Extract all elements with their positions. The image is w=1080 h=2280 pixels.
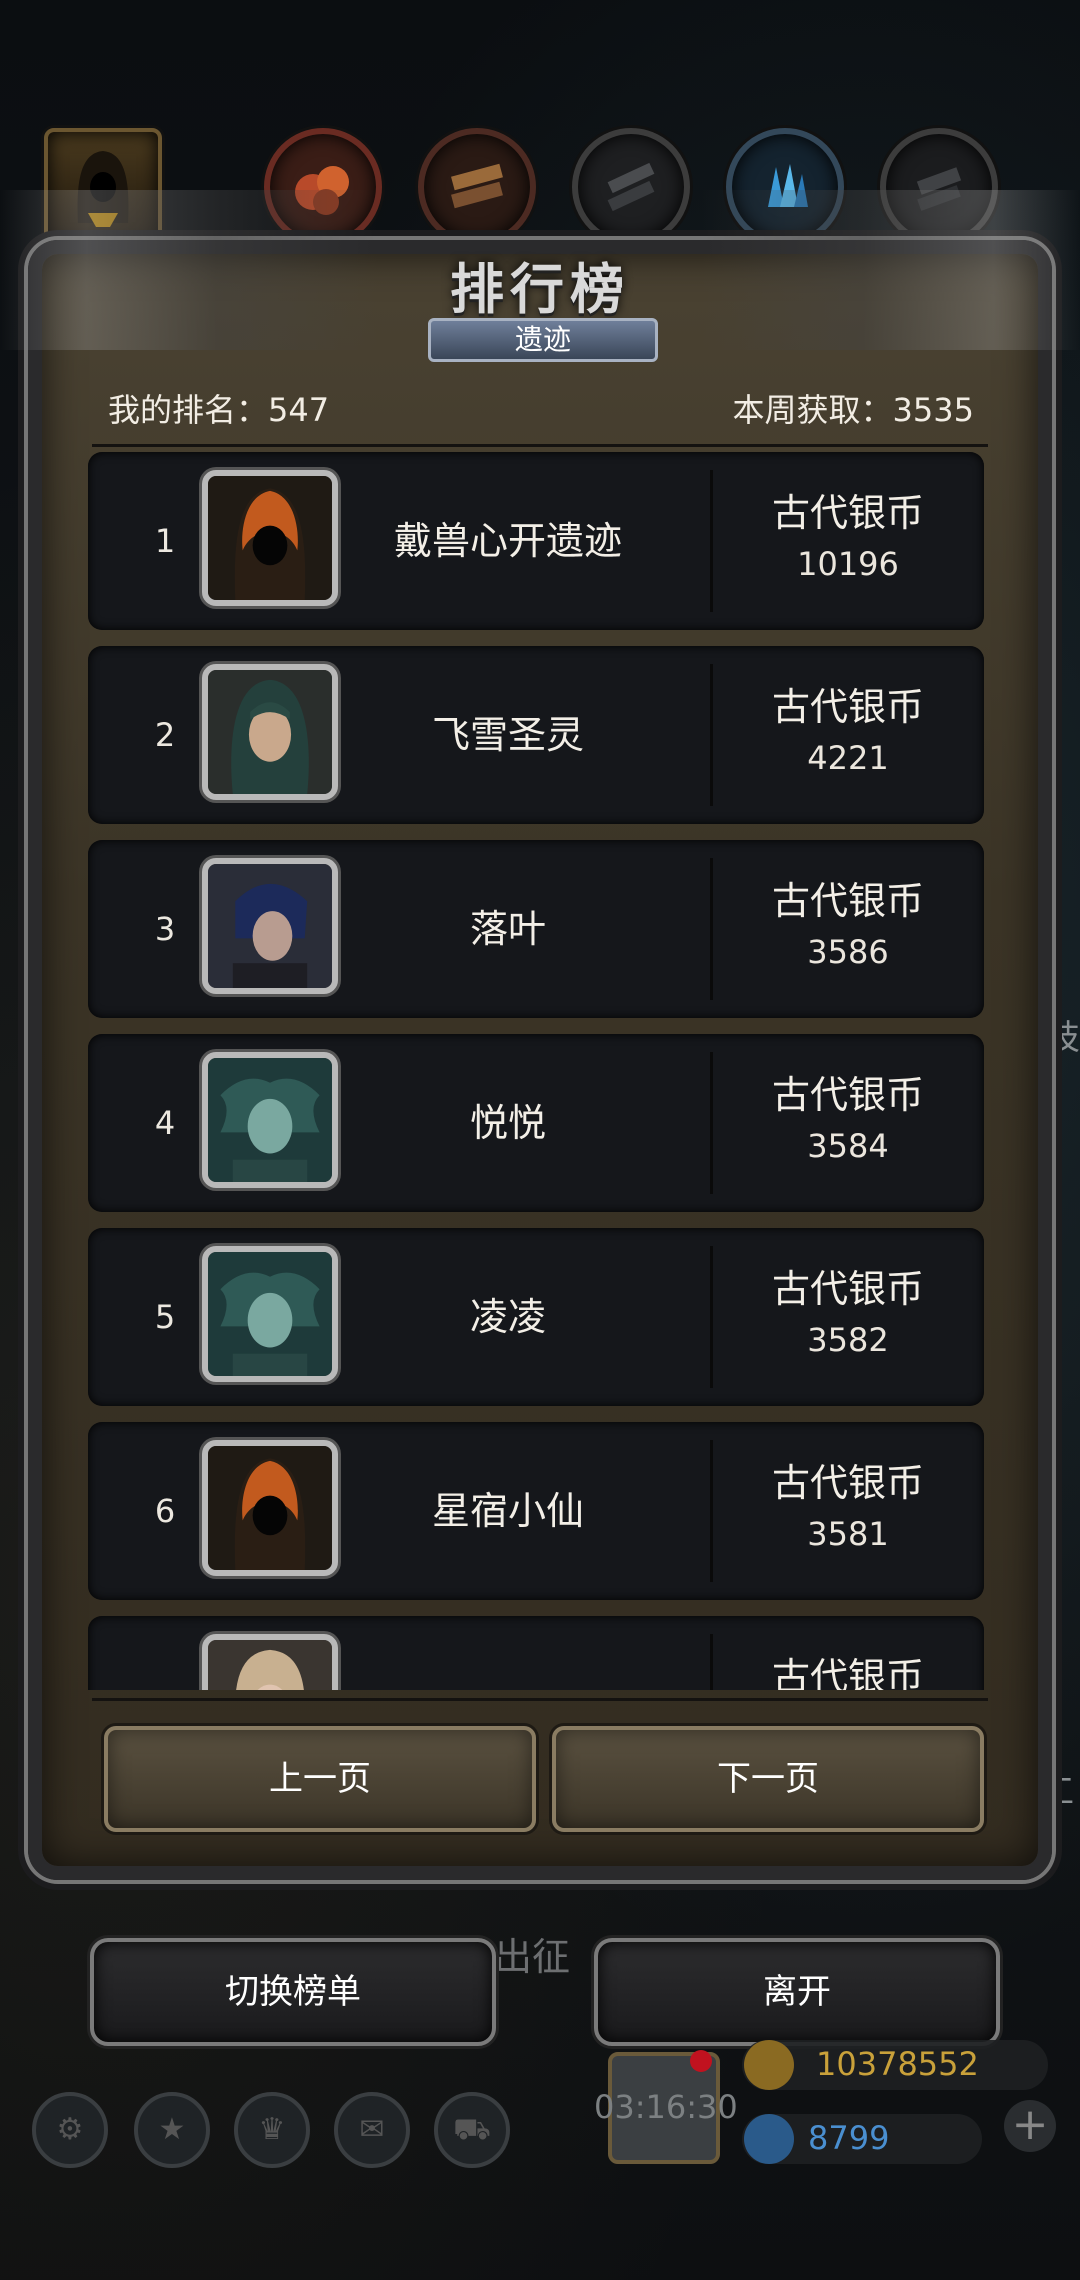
ranking-list[interactable]: 1 戴兽心开遗迹 古代银币 10196 2 飞雪圣灵 古代银币 4221 3 落… [88, 452, 984, 1690]
player-avatar-hooded [202, 470, 338, 606]
rank-number: 1 [154, 522, 176, 560]
bg-expedition-label: 出征 [494, 1935, 571, 1979]
reward-value: 10196 [797, 545, 899, 583]
category-stone-icon[interactable] [880, 128, 998, 246]
ranking-row[interactable]: 古代银币 [88, 1616, 984, 1690]
row-divider [710, 1634, 713, 1690]
player-name: 凌凌 [469, 1295, 546, 1339]
gem-amount: 8799 [808, 2119, 890, 2157]
switch-leaderboard-button[interactable]: 切换榜单 [90, 1938, 496, 2046]
mail-icon[interactable]: ✉ [334, 2092, 410, 2168]
reward-info: 古代银币 4221 [728, 676, 968, 777]
leave-button[interactable]: 离开 [594, 1938, 1000, 2046]
ranking-row[interactable]: 2 飞雪圣灵 古代银币 4221 [88, 646, 984, 824]
ranking-row[interactable]: 3 落叶 古代银币 3586 [88, 840, 984, 1018]
reward-name: 古代银币 [771, 491, 924, 535]
reward-info: 古代银币 3586 [728, 870, 968, 971]
category-crystal-icon[interactable] [726, 128, 844, 246]
reward-name: 古代银币 [771, 1267, 924, 1311]
week-earned-text: 本周获取：3535 [732, 391, 974, 429]
list-bottom-divider [92, 1698, 988, 1701]
player-avatar-rogue [202, 858, 338, 994]
rank-number: 2 [154, 716, 176, 754]
player-name: 飞雪圣灵 [431, 713, 584, 757]
reward-name: 古代银币 [771, 1073, 924, 1117]
reward-value: 3586 [807, 933, 889, 971]
leaderboard-title: 排行榜 [450, 258, 630, 321]
rank-number: 3 [154, 910, 176, 948]
reward-value: 3582 [807, 1321, 889, 1359]
row-divider [710, 1052, 713, 1194]
rank-number [150, 1616, 180, 1690]
reward-name: 古代银币 [771, 879, 924, 923]
ranking-row[interactable]: 6 星宿小仙 古代银币 3581 [88, 1422, 984, 1600]
player-avatar-blonde [202, 1634, 338, 1690]
player-avatar-medusa [202, 1052, 338, 1188]
settings-gear-icon[interactable]: ⚙ [32, 2092, 108, 2168]
reward-info: 古代银币 3581 [728, 1452, 968, 1553]
row-divider [710, 664, 713, 806]
reward-info: 古代银币 10196 [728, 482, 968, 583]
reward-value: 3581 [807, 1515, 889, 1553]
rank-number: 4 [154, 1104, 176, 1142]
player-avatar-hooded [202, 1440, 338, 1576]
rank-number: 6 [154, 1492, 176, 1530]
my-rank-text: 我的排名：547 [108, 391, 330, 429]
reward-name: 古代银币 [771, 685, 924, 729]
ranking-row[interactable]: 5 凌凌 古代银币 3582 [88, 1228, 984, 1406]
reward-info: 古代银币 3584 [728, 1064, 968, 1165]
reward-info: 古代银币 3582 [728, 1258, 968, 1359]
shop-cart-icon[interactable]: ⛟ [434, 2092, 510, 2168]
player-name: 落叶 [469, 907, 546, 951]
add-currency-icon[interactable]: + [1004, 2100, 1056, 2152]
notification-dot [690, 2050, 712, 2072]
player-name: 星宿小仙 [431, 1489, 584, 1533]
star-badge-icon[interactable]: ★ [134, 2092, 210, 2168]
player-name [358, 1616, 658, 1690]
row-divider [710, 470, 713, 612]
category-iron-icon[interactable] [572, 128, 690, 246]
reward-value: 4221 [807, 739, 889, 777]
leaderboard-subtitle: 遗迹 [428, 318, 658, 362]
category-orbs-icon[interactable] [264, 128, 382, 246]
ranking-row[interactable]: 1 戴兽心开遗迹 古代银币 10196 [88, 452, 984, 630]
list-top-divider [92, 444, 988, 447]
gift-timer: 03:16:30 [594, 2088, 738, 2126]
row-divider [710, 1246, 713, 1388]
prev-page-button[interactable]: 上一页 [104, 1726, 536, 1832]
player-name: 戴兽心开遗迹 [393, 519, 622, 563]
reward-name: 古代银币 [771, 1655, 924, 1690]
next-page-button[interactable]: 下一页 [552, 1726, 984, 1832]
rank-number: 5 [154, 1298, 176, 1336]
player-name: 悦悦 [469, 1101, 546, 1145]
reward-name: 古代银币 [771, 1461, 924, 1505]
category-hooded-hero-icon[interactable] [44, 128, 162, 248]
rank-medal-icon[interactable]: ♛ [234, 2092, 310, 2168]
reward-value: 3584 [807, 1127, 889, 1165]
reward-info: 古代银币 [728, 1646, 968, 1690]
row-divider [710, 1440, 713, 1582]
gem-icon [744, 2114, 794, 2164]
ranking-row[interactable]: 4 悦悦 古代银币 3584 [88, 1034, 984, 1212]
gold-amount: 10378552 [816, 2045, 979, 2083]
leaderboard-category-bar [44, 128, 1036, 258]
gold-coin-icon [744, 2040, 794, 2090]
category-timber-icon[interactable] [418, 128, 536, 246]
row-divider [710, 858, 713, 1000]
player-avatar-medusa [202, 1246, 338, 1382]
player-avatar-sorceress [202, 664, 338, 800]
